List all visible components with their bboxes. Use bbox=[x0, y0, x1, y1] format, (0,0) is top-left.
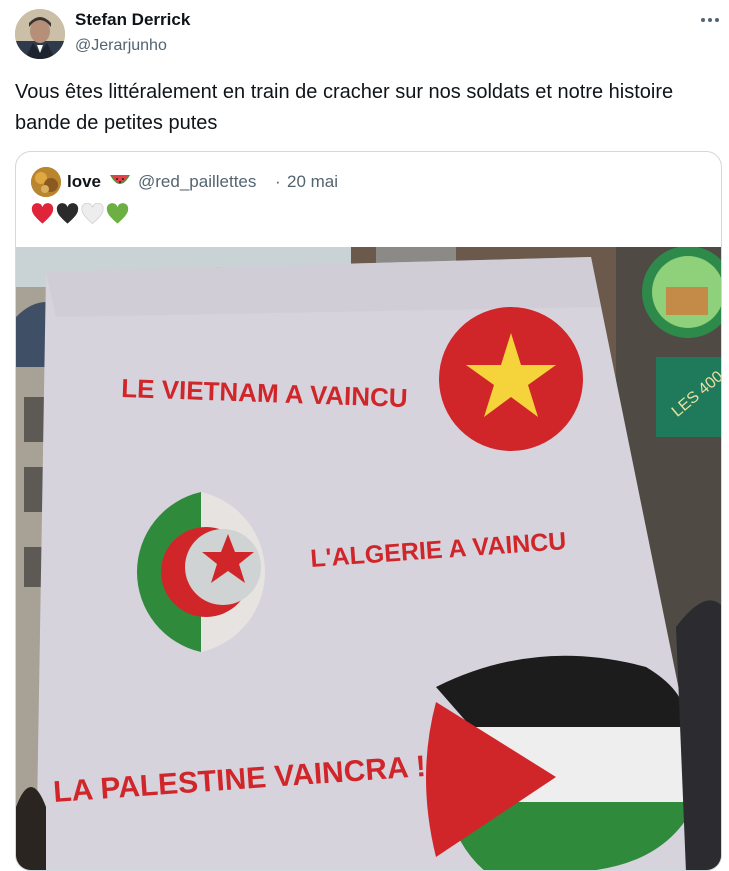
quoted-tweet-image[interactable]: LES 400 LE VIETNAM A VAINCU L'ALGERIE A … bbox=[16, 247, 722, 871]
quoted-tweet-date[interactable]: 20 mai bbox=[287, 172, 338, 192]
tweet-text: Vous êtes littéralement en train de crac… bbox=[15, 81, 674, 134]
author-name[interactable]: Stefan Derrick bbox=[75, 10, 190, 30]
author-handle[interactable]: @Jerarjunho bbox=[75, 36, 167, 56]
more-options-icon[interactable] bbox=[692, 6, 728, 34]
red-heart-icon bbox=[31, 203, 54, 224]
watermelon-emoji-icon bbox=[110, 175, 130, 184]
quoted-author-avatar[interactable] bbox=[31, 167, 61, 197]
black-heart-icon bbox=[56, 203, 79, 224]
author-avatar[interactable] bbox=[15, 9, 65, 59]
quoted-author-handle[interactable]: @red_paillettes bbox=[138, 172, 256, 192]
quoted-author-name[interactable]: love bbox=[67, 172, 101, 192]
separator-dot: · bbox=[275, 172, 281, 191]
quoted-tweet-card[interactable]: love @red_paillettes · 20 mai LES 400 LE… bbox=[15, 151, 722, 871]
green-heart-icon bbox=[106, 203, 129, 224]
quoted-tweet-text bbox=[31, 203, 129, 227]
white-heart-icon bbox=[81, 203, 104, 225]
